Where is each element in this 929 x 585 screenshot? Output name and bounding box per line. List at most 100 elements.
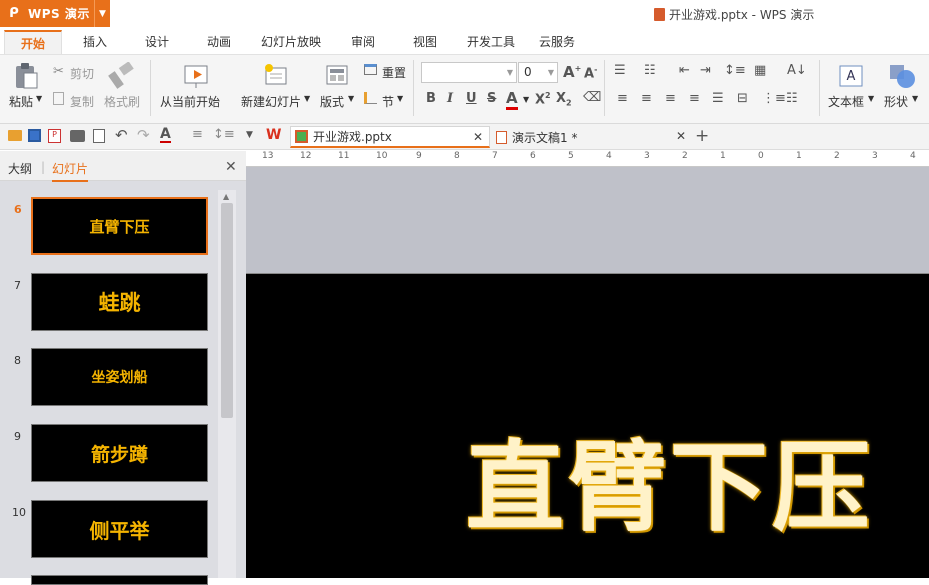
subscript-button[interactable]: X2 <box>556 91 572 108</box>
align-icon[interactable]: ≡ <box>192 127 203 142</box>
font-color-icon[interactable]: A <box>160 127 171 143</box>
tab-insert[interactable]: 插入 <box>83 33 107 50</box>
tab-cloud[interactable]: 云服务 <box>539 33 575 50</box>
reset-button[interactable]: 重置 <box>382 64 406 81</box>
chevron-down-icon[interactable]: ▼ <box>36 94 42 103</box>
doc-tab-active[interactable]: 开业游戏.pptx ✕ <box>290 126 490 148</box>
grow-font-button[interactable]: A+ <box>563 63 581 81</box>
section-button[interactable]: 节 <box>382 93 394 110</box>
section-icon[interactable] <box>364 92 377 104</box>
scroll-up-icon[interactable]: ▲ <box>223 192 229 201</box>
tab-slideshow[interactable]: 幻灯片放映 <box>261 33 321 50</box>
chevron-down-icon[interactable]: ▼ <box>868 94 874 103</box>
tab-review[interactable]: 审阅 <box>351 33 375 50</box>
redo-icon[interactable]: ↷ <box>137 126 150 144</box>
new-slide-icon[interactable] <box>262 62 290 88</box>
layout-icon[interactable] <box>325 64 351 88</box>
app-menu-button[interactable]: ᑭ WPS 演示 ▼ <box>0 0 110 27</box>
slide-thumbnail[interactable]: 侧平举 <box>31 500 208 558</box>
tab-start[interactable]: 开始 <box>4 30 62 54</box>
tab-design[interactable]: 设计 <box>145 33 169 50</box>
chevron-down-icon[interactable]: ▼ <box>304 94 310 103</box>
font-color-button[interactable]: A <box>506 89 518 110</box>
chevron-down-icon[interactable]: ▼ <box>348 94 354 103</box>
tab-slides[interactable]: 幻灯片 <box>52 160 89 182</box>
distribute-button[interactable]: ☰ <box>712 91 724 106</box>
italic-button[interactable]: I <box>447 91 453 106</box>
print-icon[interactable] <box>70 130 85 142</box>
layout-button[interactable]: 版式 <box>320 93 344 110</box>
text-direction-button[interactable]: A↓ <box>787 63 807 78</box>
decrease-indent-button[interactable]: ⇤ <box>679 63 690 78</box>
paste-label[interactable]: 粘贴 <box>9 93 33 110</box>
textbox-button[interactable]: 文本框 <box>828 93 864 110</box>
shrink-font-button[interactable]: A- <box>584 65 597 81</box>
line-spacing-button[interactable]: ↕≡ <box>724 63 746 78</box>
increase-indent-button[interactable]: ⇥ <box>700 63 711 78</box>
line-spacing-icon[interactable]: ↕≡ <box>213 127 235 142</box>
pptx-file-icon <box>295 130 308 143</box>
copy-icon[interactable] <box>53 92 64 105</box>
align-right-button[interactable]: ≡ <box>665 91 676 106</box>
strikethrough-button[interactable]: S <box>487 91 496 106</box>
scrollbar-thumb[interactable] <box>221 203 233 418</box>
print-preview-icon[interactable] <box>93 129 105 143</box>
numbering-button[interactable]: ☷ <box>644 63 656 78</box>
clear-format-button[interactable]: ⌫ <box>583 90 601 105</box>
new-tab-icon[interactable]: + <box>695 126 709 146</box>
columns-button[interactable]: ▦ <box>754 63 766 78</box>
play-from-current-icon[interactable] <box>183 63 211 89</box>
tab-animation[interactable]: 动画 <box>207 33 231 50</box>
justify-button[interactable]: ≡ <box>689 91 700 106</box>
chevron-down-icon[interactable]: ▼ <box>548 68 554 77</box>
new-slide-button[interactable]: 新建幻灯片 <box>241 93 301 110</box>
bullets-button[interactable]: ☰ <box>614 63 626 78</box>
save-icon[interactable] <box>28 129 41 142</box>
doc-tab[interactable]: 演示文稿1 * ✕ <box>492 126 692 148</box>
shapes-icon[interactable] <box>888 63 916 89</box>
wps-home-icon[interactable]: W <box>266 127 281 143</box>
close-icon[interactable]: ✕ <box>676 129 686 143</box>
undo-icon[interactable]: ↶ <box>115 126 128 144</box>
close-icon[interactable]: ✕ <box>225 159 237 175</box>
ruler-tick: 12 <box>300 151 312 161</box>
align-text-button[interactable]: ⊟ <box>737 91 748 106</box>
tab-outline[interactable]: 大纲 <box>8 160 32 177</box>
paragraph-settings-button[interactable]: ☷ <box>786 91 798 106</box>
shapes-button[interactable]: 形状 <box>884 93 908 110</box>
format-painter-icon[interactable] <box>108 62 134 90</box>
slide-thumbnail[interactable]: 箭步蹲 <box>31 424 208 482</box>
play-from-current-button[interactable]: 从当前开始 <box>160 93 220 110</box>
bold-button[interactable]: B <box>426 91 436 106</box>
slide-title[interactable]: 直臂下压 <box>466 408 874 550</box>
chevron-down-icon[interactable]: ▼ <box>397 94 403 103</box>
open-folder-icon[interactable] <box>8 130 22 141</box>
customize-qat-icon[interactable]: ▼ <box>246 130 253 140</box>
textbox-icon[interactable]: A <box>838 63 864 89</box>
chevron-down-icon[interactable]: ▼ <box>94 0 110 27</box>
underline-button[interactable]: U <box>466 91 477 106</box>
scissors-icon[interactable]: ✂ <box>53 64 64 79</box>
export-pdf-icon[interactable]: P <box>48 129 61 143</box>
smartart-button[interactable]: ⋮≡ <box>762 91 786 106</box>
slide-thumbnail[interactable]: 蛙跳 <box>31 273 208 331</box>
copy-button[interactable]: 复制 <box>70 93 94 110</box>
superscript-button[interactable]: X2 <box>535 91 551 107</box>
slide-thumbnail[interactable] <box>31 575 208 585</box>
reset-icon[interactable] <box>364 64 377 75</box>
chevron-down-icon[interactable]: ▼ <box>507 68 513 77</box>
font-family-select[interactable]: ▼ <box>421 62 517 83</box>
font-size-select[interactable]: 0 ▼ <box>518 62 558 83</box>
close-icon[interactable]: ✕ <box>473 130 483 144</box>
align-center-button[interactable]: ≡ <box>641 91 652 106</box>
cut-button[interactable]: 剪切 <box>70 65 94 82</box>
format-painter-button[interactable]: 格式刷 <box>104 93 140 110</box>
align-left-button[interactable]: ≡ <box>617 91 628 106</box>
tab-view[interactable]: 视图 <box>413 33 437 50</box>
chevron-down-icon[interactable]: ▼ <box>912 94 918 103</box>
slide-thumbnail[interactable]: 坐姿划船 <box>31 348 208 406</box>
slide-thumbnail[interactable]: 直臂下压 <box>31 197 208 255</box>
chevron-down-icon[interactable]: ▼ <box>523 95 529 104</box>
paste-icon[interactable] <box>13 62 39 90</box>
tab-developer[interactable]: 开发工具 <box>467 33 515 50</box>
